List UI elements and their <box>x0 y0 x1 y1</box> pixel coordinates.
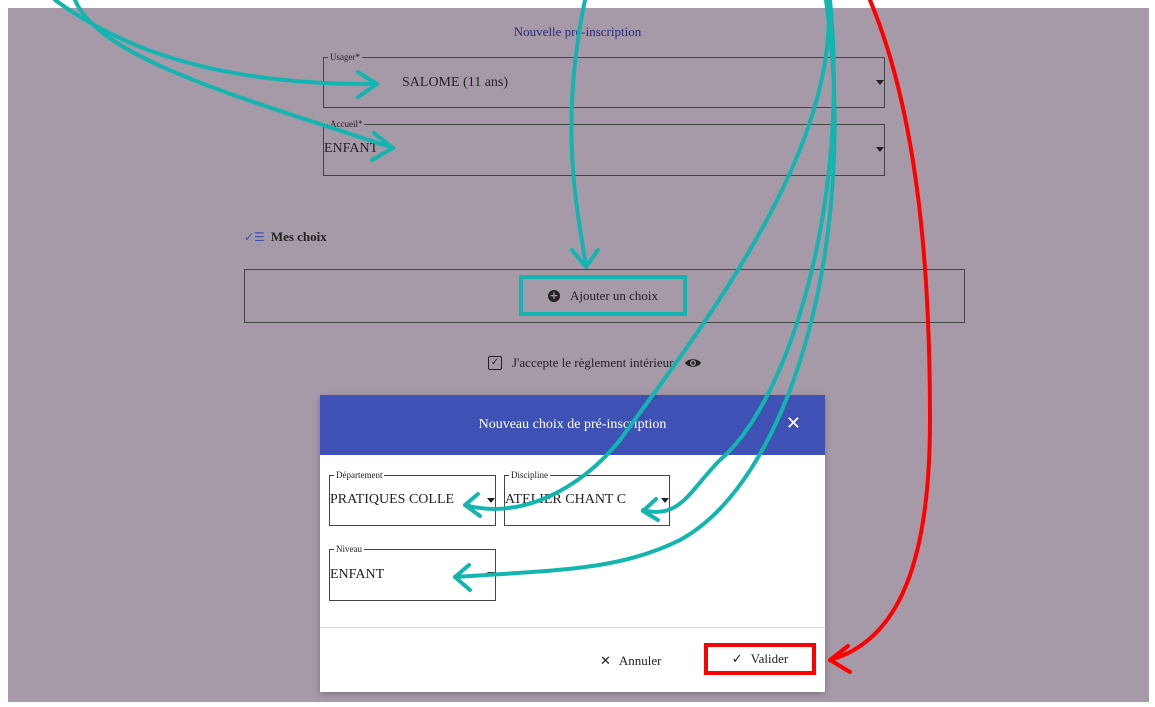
chevron-down-icon <box>661 498 669 503</box>
add-choice-button[interactable]: + Ajouter un choix <box>519 275 687 316</box>
close-icon: ✕ <box>600 653 611 669</box>
departement-value: PRATIQUES COLLE <box>330 492 455 507</box>
cancel-label: Annuler <box>618 653 662 668</box>
plus-circle-icon: + <box>547 288 560 302</box>
dialog-header: Nouveau choix de pré-inscription ✕ <box>320 395 825 455</box>
validate-label: Valider <box>750 651 789 666</box>
departement-select[interactable]: Département PRATIQUES COLLE <box>329 469 496 526</box>
check-icon: ✓ <box>731 651 743 667</box>
close-icon[interactable]: ✕ <box>786 413 801 434</box>
usager-select[interactable]: Usager* SALOME (11 ans) <box>323 51 885 108</box>
dialog-title: Nouveau choix de pré-inscription <box>478 417 667 432</box>
accept-rules-label: J'accepte le règlement intérieur <box>512 355 674 370</box>
eye-icon[interactable] <box>684 357 702 369</box>
niveau-value: ENFANT <box>330 567 385 582</box>
choices-section-label: Mes choix <box>270 229 327 244</box>
chevron-down-icon <box>876 147 884 152</box>
checkbox-checked-icon[interactable]: ✓ <box>488 356 502 370</box>
add-choice-label: Ajouter un choix <box>569 287 659 303</box>
dialog-divider <box>320 627 825 628</box>
choices-section-title: ✓☰ Mes choix <box>244 229 327 245</box>
usager-value: SALOME (11 ans) <box>402 75 509 90</box>
page-title: Nouvelle pré-inscription <box>513 24 642 39</box>
accueil-label: Accueil* <box>328 118 365 130</box>
validate-button[interactable]: ✓ Valider <box>704 643 816 675</box>
usager-label: Usager* <box>328 51 362 63</box>
discipline-label: Discipline <box>509 469 550 481</box>
discipline-select[interactable]: Discipline ATELIER CHANT C <box>504 469 670 526</box>
departement-label: Département <box>334 469 385 481</box>
chevron-down-icon <box>876 80 884 85</box>
discipline-value: ATELIER CHANT C <box>505 492 627 507</box>
chevron-down-icon <box>487 498 495 503</box>
niveau-label: Niveau <box>334 543 364 555</box>
accueil-select[interactable]: Accueil* ENFANT <box>323 118 885 176</box>
cancel-button[interactable]: ✕ Annuler <box>600 653 662 669</box>
new-choice-dialog: Nouveau choix de pré-inscription ✕ Dépar… <box>320 395 825 692</box>
accept-rules-row[interactable]: ✓ J'accepte le règlement intérieur <box>488 355 702 371</box>
chevron-down-icon <box>487 572 495 577</box>
checklist-icon: ✓☰ <box>244 230 265 244</box>
niveau-select[interactable]: Niveau ENFANT <box>329 543 496 601</box>
accueil-value: ENFANT <box>324 141 379 156</box>
